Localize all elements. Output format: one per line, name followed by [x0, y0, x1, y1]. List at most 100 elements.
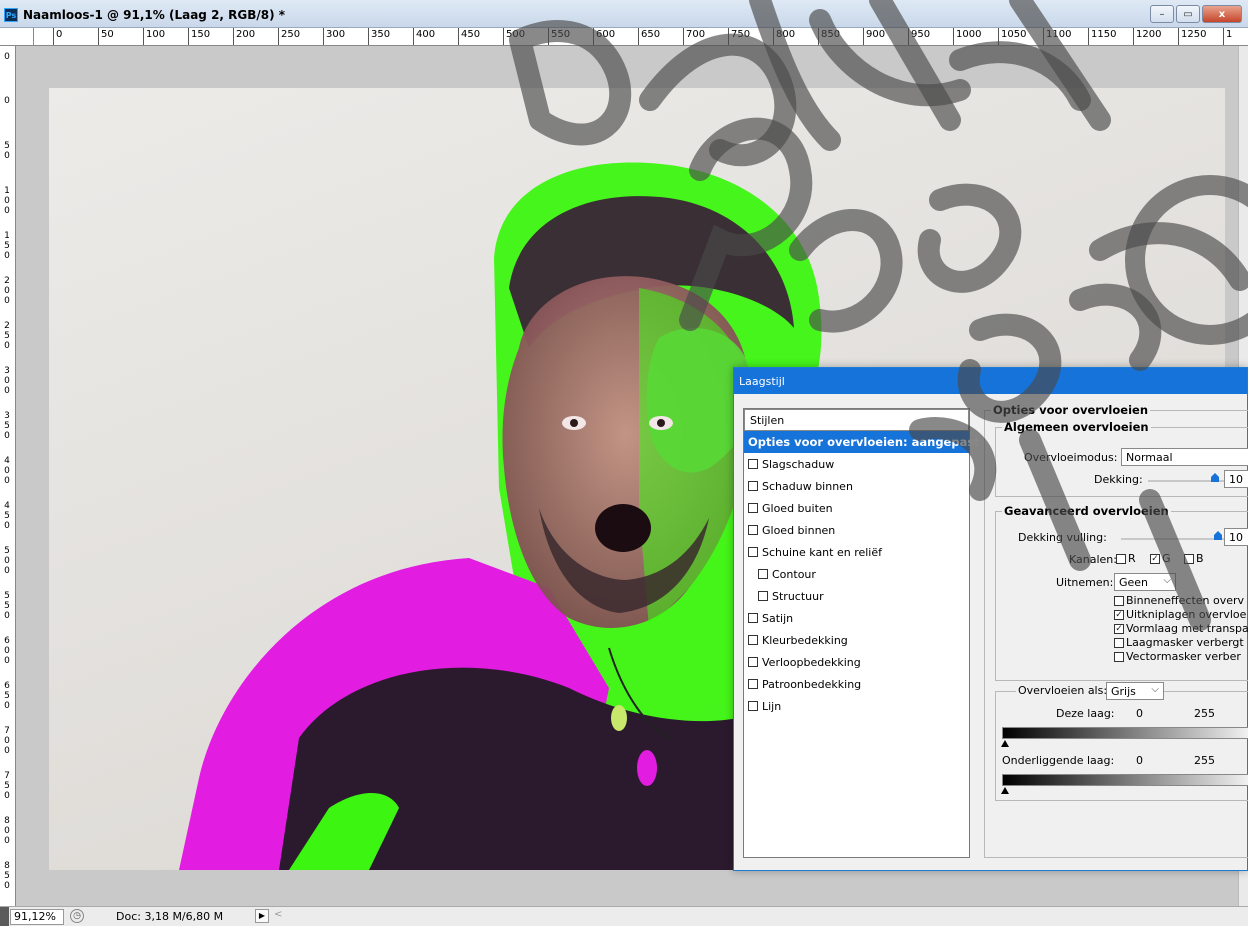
zoom-input[interactable]: 91,12% [10, 909, 64, 925]
ruler-tick [1133, 28, 1134, 45]
ruler-tick [278, 28, 279, 45]
channel-g-box[interactable]: ✓ [1150, 553, 1160, 564]
style-item[interactable]: Schaduw binnen [744, 475, 969, 497]
channel-g-checkbox[interactable]: ✓ G [1150, 552, 1171, 565]
style-checkbox[interactable] [748, 679, 758, 689]
style-checkbox[interactable] [748, 657, 758, 667]
style-item[interactable]: Opties voor overvloeien: aangepast [744, 431, 980, 453]
style-checkbox[interactable] [748, 701, 758, 711]
status-info-icon[interactable]: ◷ [70, 909, 84, 923]
style-item-label: Structuur [772, 589, 824, 603]
style-item[interactable]: Verloopbedekking [744, 651, 969, 673]
blend-mode-value: Normaal [1126, 451, 1173, 464]
advanced-option-label: Binneneffecten overv [1126, 594, 1245, 607]
restore-button[interactable]: ▭ [1176, 5, 1200, 23]
style-item[interactable]: Gloed binnen [744, 519, 969, 541]
fill-opacity-slider[interactable] [1121, 538, 1226, 540]
underlying-layer-label: Onderliggende laag: [1002, 754, 1115, 767]
style-item[interactable]: Contour [744, 563, 969, 585]
ruler-tick-label: 750 [731, 29, 751, 40]
channel-g-label: G [1162, 552, 1171, 565]
ruler-tick-label: 100 [4, 186, 10, 216]
advanced-option-label: Vectormasker verber [1126, 650, 1241, 663]
this-layer-max: 255 [1194, 707, 1215, 720]
style-checkbox[interactable] [758, 569, 768, 579]
blend-mode-select[interactable]: Normaal [1121, 448, 1248, 466]
ruler-tick-label: 1250 [1181, 29, 1207, 40]
ruler-tick-label: 1150 [1091, 29, 1117, 40]
advanced-option-box[interactable]: ✓ [1114, 609, 1124, 620]
style-item[interactable]: Patroonbedekking [744, 673, 969, 695]
ruler-tick-label: 150 [191, 29, 211, 40]
fill-opacity-slider-thumb[interactable] [1214, 531, 1222, 540]
minimize-button[interactable]: – [1150, 5, 1174, 23]
style-checkbox[interactable] [758, 591, 768, 601]
advanced-blending-group: Geavanceerd overvloeien Dekking vulling:… [995, 504, 1248, 681]
channel-b-checkbox[interactable]: B [1184, 552, 1204, 565]
styles-list: Opties voor overvloeien: aangepast Slagsc… [744, 431, 980, 717]
style-item[interactable]: Lijn [744, 695, 969, 717]
advanced-option-checkbox[interactable]: Laagmasker verbergt [1114, 636, 1244, 649]
ruler-tick [683, 28, 684, 45]
ruler-tick [908, 28, 909, 45]
style-item-label: Schaduw binnen [762, 479, 853, 493]
style-checkbox[interactable] [748, 525, 758, 535]
styles-header[interactable]: Stijlen [744, 409, 969, 431]
horizontal-ruler[interactable]: 0 50 100 150 200 250 300 350 400 450 500 550 600 650 7… [0, 28, 1248, 46]
ruler-tick-label: 1100 [1046, 29, 1072, 40]
style-item[interactable]: Gloed buiten [744, 497, 969, 519]
dialog-title: Laagstijl [734, 368, 1247, 394]
advanced-option-box[interactable] [1114, 637, 1124, 648]
blend-if-select[interactable]: Grijs ⌵ [1106, 682, 1164, 700]
style-item[interactable]: Satijn [744, 607, 969, 629]
opacity-input[interactable]: 10 [1224, 470, 1248, 488]
ruler-tick-label: 50 [4, 141, 10, 161]
layer-style-dialog: Laagstijl Stijlen Opties voor overvloeie… [733, 367, 1248, 871]
advanced-option-label: Vormlaag met transpa [1126, 622, 1248, 635]
ruler-tick [548, 28, 549, 45]
status-menu-arrow-icon[interactable]: ▶ [255, 909, 269, 923]
channel-b-box[interactable] [1184, 553, 1194, 564]
advanced-option-box[interactable] [1114, 651, 1124, 662]
opacity-slider-thumb[interactable] [1211, 473, 1219, 482]
underlying-layer-black-slider[interactable] [1001, 787, 1009, 794]
ruler-tick-label: 500 [4, 546, 10, 576]
knockout-select[interactable]: Geen ⌵ [1114, 573, 1176, 591]
close-button[interactable]: x [1202, 5, 1242, 23]
advanced-option-checkbox[interactable]: ✓ Uitkniplagen overvloe [1114, 608, 1246, 621]
vertical-ruler[interactable]: 0 50 100 150 200 250 300 350 400 450 500 550 600 650 7… [0, 46, 16, 906]
underlying-layer-max: 255 [1194, 754, 1215, 767]
style-checkbox[interactable] [748, 547, 758, 557]
channel-r-box[interactable] [1116, 553, 1126, 564]
advanced-option-box[interactable] [1114, 595, 1124, 606]
blend-if-value: Grijs [1111, 685, 1136, 698]
style-checkbox[interactable] [748, 459, 758, 469]
advanced-option-checkbox[interactable]: ✓ Vormlaag met transpa [1114, 622, 1248, 635]
this-layer-black-slider[interactable] [1001, 740, 1009, 747]
style-item[interactable]: Slagschaduw [744, 453, 969, 475]
channel-r-checkbox[interactable]: R [1116, 552, 1136, 565]
fill-opacity-input[interactable]: 10 [1224, 528, 1248, 546]
ruler-origin[interactable] [0, 28, 34, 46]
style-item[interactable]: Kleurbedekking [744, 629, 969, 651]
ruler-tick [818, 28, 819, 45]
advanced-option-checkbox[interactable]: Binneneffecten overv [1114, 594, 1244, 607]
advanced-option-box[interactable]: ✓ [1114, 623, 1124, 634]
style-item[interactable]: Structuur [744, 585, 969, 607]
style-item[interactable]: Schuine kant en reliëf [744, 541, 969, 563]
style-checkbox[interactable] [748, 613, 758, 623]
style-checkbox[interactable] [748, 503, 758, 513]
ruler-tick-label: 350 [4, 411, 10, 441]
photoshop-logo-icon: Ps [4, 8, 18, 22]
ruler-tick-label: 200 [236, 29, 256, 40]
style-item-label: Verloopbedekking [762, 655, 861, 669]
scroll-left-arrow-icon[interactable]: < [274, 909, 282, 920]
style-checkbox[interactable] [748, 481, 758, 491]
ruler-tick [323, 28, 324, 45]
ruler-tick [143, 28, 144, 45]
ruler-tick-label: 300 [4, 366, 10, 396]
advanced-option-checkbox[interactable]: Vectormasker verber [1114, 650, 1241, 663]
ruler-tick [1178, 28, 1179, 45]
style-item-label: Gloed buiten [762, 501, 833, 515]
style-checkbox[interactable] [748, 635, 758, 645]
